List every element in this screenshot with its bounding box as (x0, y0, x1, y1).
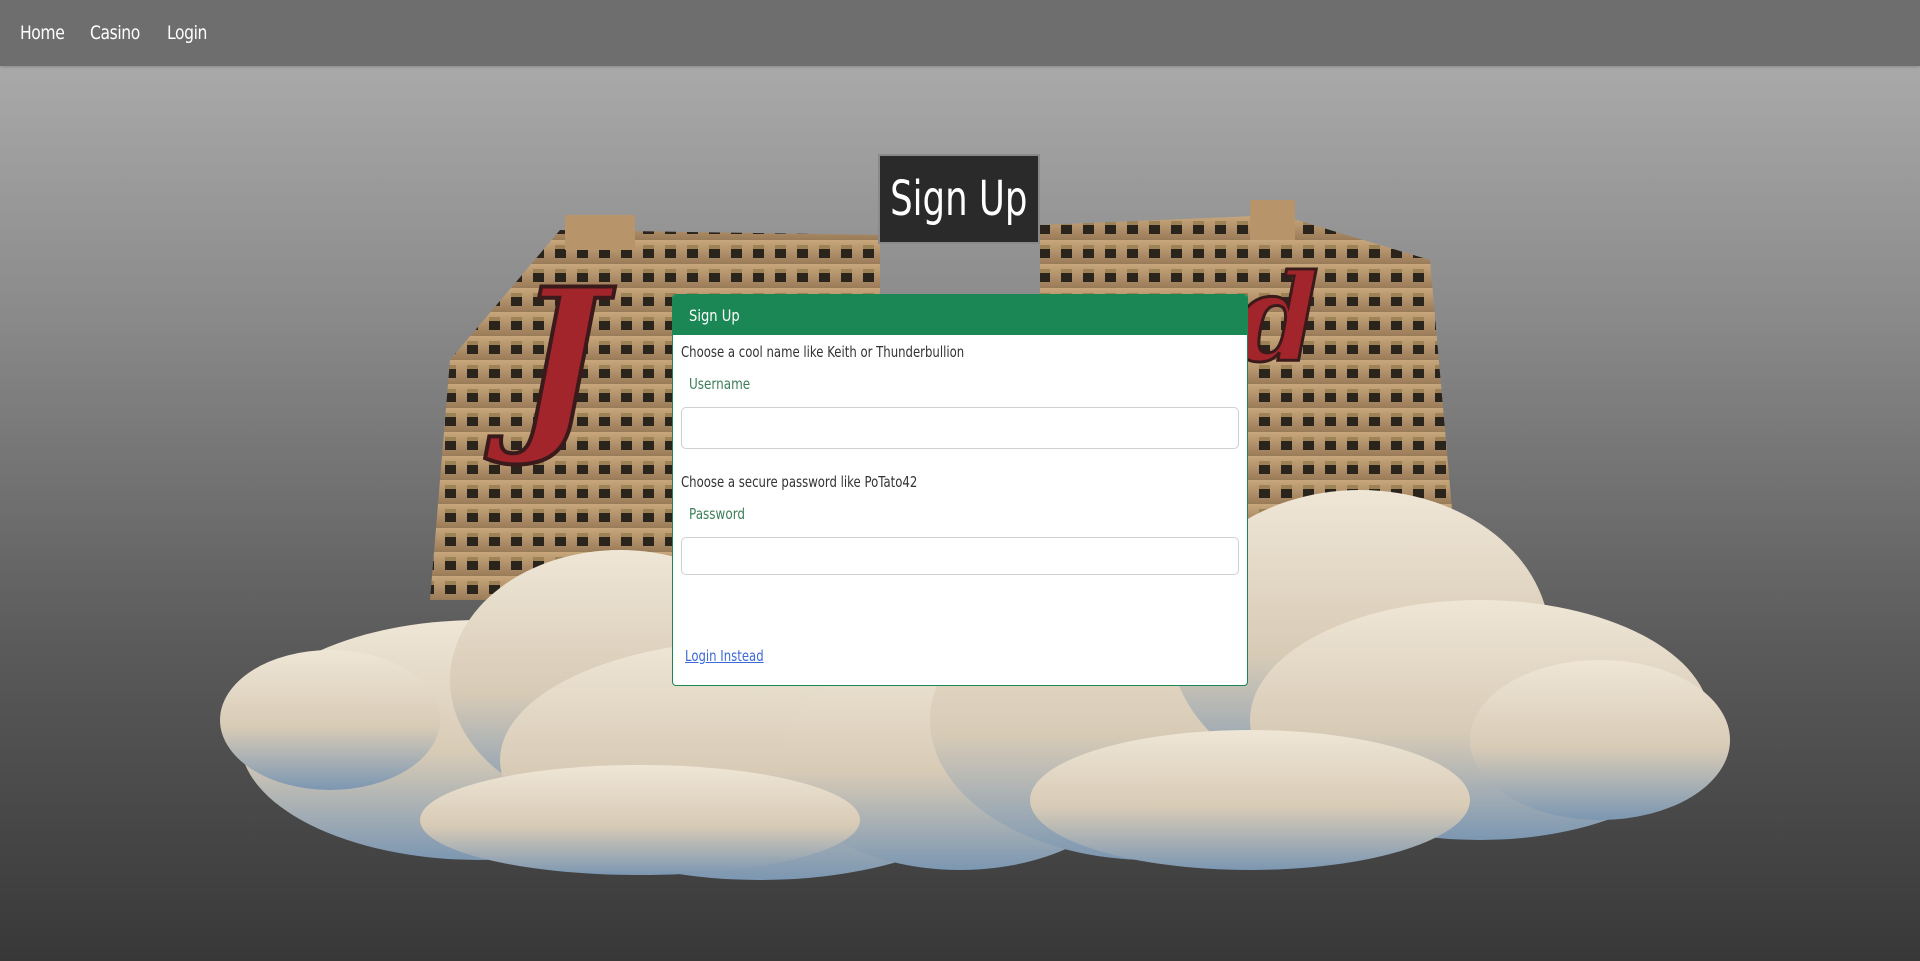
page-title: Sign Up (890, 171, 1028, 227)
nav-home-link[interactable]: Home (20, 22, 65, 44)
nav-login-link[interactable]: Login (167, 22, 207, 44)
signup-form-card: Sign Up Choose a cool name like Keith or… (672, 294, 1248, 686)
nav-casino-link[interactable]: Casino (90, 22, 140, 44)
password-input[interactable] (681, 537, 1239, 575)
password-label: Password (689, 505, 746, 523)
signup-card-title: Sign Up (689, 305, 740, 325)
hero-background: J d Sign Up Sign Up Choose a cool name l… (0, 66, 1920, 961)
username-label: Username (689, 375, 751, 393)
top-navbar: Home Casino Login (0, 0, 1920, 66)
username-input[interactable] (681, 407, 1239, 449)
signup-card-header: Sign Up (673, 295, 1247, 335)
username-hint: Choose a cool name like Keith or Thunder… (681, 343, 965, 361)
password-hint: Choose a secure password like PoTato42 (681, 473, 918, 491)
login-instead-link[interactable]: Login Instead (685, 647, 764, 665)
page-title-box: Sign Up (878, 154, 1040, 244)
